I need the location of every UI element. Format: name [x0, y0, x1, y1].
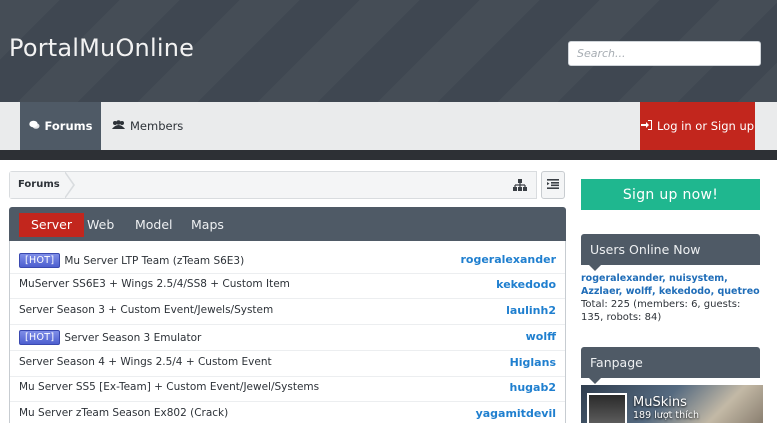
thread-title[interactable]: Mu Server SS5 [Ex-Team] + Custom Event/J…	[19, 381, 319, 393]
sidebar-toggle-button[interactable]	[541, 171, 565, 199]
users-icon	[112, 119, 125, 133]
thread-author[interactable]: wolff	[526, 330, 556, 343]
thread-author[interactable]: Higlans	[510, 356, 556, 369]
thread-author[interactable]: yagamitdevil	[476, 407, 556, 420]
fanpage-name[interactable]: MuSkins	[633, 395, 687, 410]
site-logo[interactable]: PortalMuOnline	[9, 34, 194, 62]
list-indent-icon	[547, 178, 559, 192]
thread-title[interactable]: Server Season 3 Emulator	[64, 332, 201, 344]
fanpage-likes: 189 lượt thích	[633, 410, 699, 421]
thread-row[interactable]: Server Season 4 + Wings 2.5/4 + Custom E…	[10, 352, 565, 377]
nav-tab-forums[interactable]: Forums	[20, 102, 101, 150]
nav-forums-label: Forums	[44, 119, 93, 133]
thread-row[interactable]: [HOT] Server Season 3 Emulator wolff	[10, 326, 565, 351]
hot-badge: [HOT]	[19, 253, 61, 268]
login-signup-button[interactable]: Log in or Sign up	[640, 102, 755, 150]
tab-maps[interactable]: Maps	[179, 213, 236, 237]
thread-title[interactable]: MuServer SS6E3 + Wings 2.5/4/SS8 + Custo…	[19, 278, 290, 290]
fanpage-widget[interactable]: MuSkins 189 lượt thích	[581, 385, 763, 423]
thread-title[interactable]: Mu Server zTeam Season Ex802 (Crack)	[19, 407, 228, 419]
thread-author[interactable]: laulinh2	[506, 304, 556, 317]
thread-row[interactable]: [HOT] Mu Server LTP Team (zTeam S6E3) ro…	[10, 249, 565, 274]
users-online-list[interactable]: rogeralexander, nuisystem, Azzlaer, wolf…	[581, 272, 763, 298]
fanpage-heading: Fanpage	[581, 347, 760, 384]
nav-members-label: Members	[130, 119, 184, 133]
breadcrumb-forums[interactable]: Forums	[10, 172, 72, 198]
users-online-total: Total: 225 (members: 6, guests: 135, rob…	[581, 299, 741, 323]
category-tabs: Server Web Model Maps	[9, 207, 566, 241]
nav-divider-bar	[0, 150, 777, 160]
fanpage-avatar[interactable]	[587, 393, 627, 423]
main-navbar: Forums Members Log in or Sign up	[0, 102, 777, 150]
chat-bubbles-icon	[28, 120, 40, 133]
breadcrumb: Forums	[9, 171, 537, 199]
thread-author[interactable]: kekedodo	[496, 278, 556, 291]
thread-row[interactable]: Server Season 3 + Custom Event/Jewels/Sy…	[10, 300, 565, 325]
breadcrumb-arrow-inner	[64, 172, 73, 198]
search-input[interactable]	[568, 41, 761, 66]
login-label: Log in or Sign up	[656, 119, 755, 133]
thread-author[interactable]: hugab2	[510, 381, 557, 394]
signup-button[interactable]: Sign up now!	[581, 179, 760, 210]
thread-title[interactable]: Server Season 4 + Wings 2.5/4 + Custom E…	[19, 356, 272, 368]
thread-list: [HOT] Mu Server LTP Team (zTeam S6E3) ro…	[9, 241, 566, 423]
thread-title[interactable]: Mu Server LTP Team (zTeam S6E3)	[64, 255, 244, 267]
site-header: PortalMuOnline	[0, 0, 777, 102]
nav-tab-members[interactable]: Members	[112, 102, 183, 150]
tab-web[interactable]: Web	[75, 213, 126, 237]
thread-row[interactable]: Mu Server zTeam Season Ex802 (Crack) yag…	[10, 403, 565, 423]
thread-row[interactable]: MuServer SS6E3 + Wings 2.5/4/SS8 + Custo…	[10, 274, 565, 299]
hot-badge: [HOT]	[19, 330, 61, 345]
thread-author[interactable]: rogeralexander	[460, 253, 556, 266]
tab-model[interactable]: Model	[123, 213, 185, 237]
users-online-heading: Users Online Now	[581, 234, 760, 271]
thread-title[interactable]: Server Season 3 + Custom Event/Jewels/Sy…	[19, 304, 273, 316]
sign-in-icon	[640, 119, 652, 133]
sitemap-icon[interactable]	[512, 177, 528, 193]
thread-row[interactable]: Mu Server SS5 [Ex-Team] + Custom Event/J…	[10, 377, 565, 402]
